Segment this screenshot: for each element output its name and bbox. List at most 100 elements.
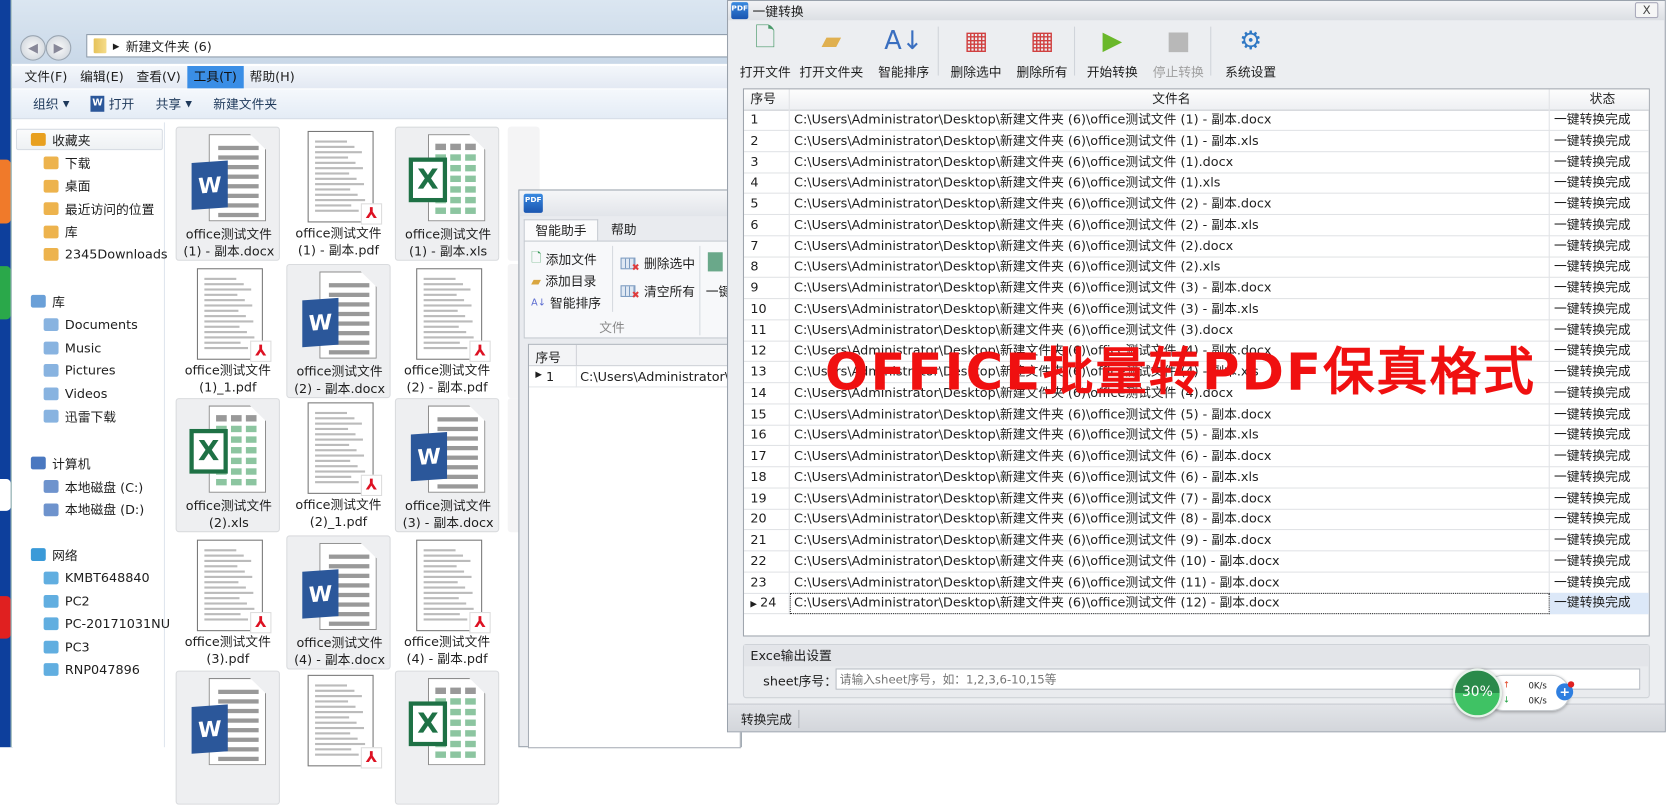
forward-button[interactable]: ▶ [45, 35, 72, 61]
sidebar-item[interactable]: 库 [43, 221, 78, 242]
table-row[interactable]: 14 C:\Users\Administrator\Desktop\新建文件夹 (… [744, 382, 1649, 405]
table-row[interactable]: 7 C:\Users\Administrator\Desktop\新建文件夹 (6… [744, 235, 1649, 258]
sidebar-item[interactable]: Pictures [43, 360, 116, 381]
table-row[interactable]: 21 C:\Users\Administrator\Desktop\新建文件夹 (… [744, 530, 1649, 552]
toolbar-separator [937, 26, 939, 76]
memory-usage-ball[interactable]: 30% [1452, 668, 1502, 718]
file-item[interactable]: ⅄ office测试文件 (1) - 副本.pdf [286, 127, 390, 261]
toolbar-button-delete-selected[interactable]: ▦ 删除选中 [943, 22, 1009, 80]
clear-all-button[interactable]: 清空所有 [620, 282, 695, 301]
table-row[interactable]: 22 C:\Users\Administrator\Desktop\新建文件夹 (… [744, 551, 1649, 573]
menu-view[interactable]: 查看(V) [130, 66, 187, 88]
table-row[interactable]: 9 C:\Users\Administrator\Desktop\新建文件夹 (6… [744, 277, 1649, 300]
table-row[interactable]: 17 C:\Users\Administrator\Desktop\新建文件夹 (… [744, 445, 1649, 468]
sidebar-group-network[interactable]: 网络 [30, 544, 78, 565]
menu-help[interactable]: 帮助(H) [243, 66, 301, 88]
open-button[interactable]: W 打开 [90, 95, 134, 113]
organize-button[interactable]: 组织 ▼ [33, 95, 69, 113]
sidebar-item[interactable]: PC-20171031NU [43, 613, 170, 634]
sidebar-item[interactable]: 本地磁盘 (D:) [43, 499, 145, 520]
new-folder-button[interactable]: 新建文件夹 [213, 95, 277, 113]
row-index: 8 [744, 256, 790, 279]
table-row[interactable]: 2 C:\Users\Administrator\Desktop\新建文件夹 (6… [744, 130, 1649, 152]
open-file-button[interactable]: 🗋 打开文件 [732, 22, 798, 80]
table-row[interactable]: 13 C:\Users\Administrator\Desktop\新建文件夹 (… [744, 361, 1649, 384]
text-line [315, 465, 358, 468]
file-item[interactable]: Woffice测试文件 (4) - 副本.docx [286, 535, 391, 670]
add-file-button[interactable]: 🗋 添加文件 [531, 248, 597, 270]
tab-smart-assistant[interactable]: 智能助手 [523, 219, 599, 242]
table-row[interactable]: 5 C:\Users\Administrator\Desktop\新建文件夹 (6… [744, 193, 1649, 216]
toolbar-button-delete-all[interactable]: ▦ 删除所有 [1009, 22, 1075, 80]
table-row[interactable]: 6 C:\Users\Administrator\Desktop\新建文件夹 (6… [744, 214, 1649, 237]
file-item[interactable]: ⅄ office测试文件 (2)_1.pdf [286, 398, 390, 532]
delete-selected-button[interactable]: 删除选中 [620, 254, 695, 274]
file-item[interactable]: Woffice测试文件 (2) - 副本.docx [286, 263, 391, 399]
mini-grid-row[interactable]: ▶ 1 C:\Users\Administrator\Des [529, 366, 753, 388]
menu-file[interactable]: 文件(F) [18, 66, 74, 88]
sidebar-item[interactable]: RNP047896 [43, 659, 140, 680]
file-item[interactable]: Xoffice测试文件 (1) - 副本.xls [394, 126, 500, 261]
sidebar-item[interactable]: PC3 [43, 636, 90, 657]
table-row[interactable]: ▶ 24 C:\Users\Administrator\Desktop\新建文件夹 … [744, 593, 1649, 615]
file-item[interactable]: W [175, 670, 280, 805]
menu-edit[interactable]: 编辑(E) [74, 66, 130, 88]
text-line [204, 341, 241, 344]
table-row[interactable]: 20 C:\Users\Administrator\Desktop\新建文件夹 (… [744, 509, 1649, 531]
add-dir-button[interactable]: ▰ 添加目录 [531, 271, 596, 289]
sidebar-item[interactable]: Music [43, 337, 101, 358]
share-button[interactable]: 共享 ▼ [156, 95, 192, 113]
table-row[interactable]: 3 C:\Users\Administrator\Desktop\新建文件夹 (6… [744, 151, 1649, 173]
file-item[interactable]: X [394, 670, 500, 805]
back-button[interactable]: ◀ [20, 35, 46, 61]
table-row[interactable]: 12 C:\Users\Administrator\Desktop\新建文件夹 (… [744, 340, 1649, 363]
toolbar-button-sort-az[interactable]: A↓ 智能排序 [871, 22, 937, 80]
tab-help[interactable]: 帮助 [600, 219, 647, 241]
toolbar-button-gear[interactable]: ⚙ 系统设置 [1218, 22, 1284, 80]
file-item[interactable]: ⅄ office测试文件 (4) - 副本.pdf [395, 535, 499, 669]
sidebar-group-favorites[interactable]: 收藏夹 [30, 129, 90, 150]
column-header-status[interactable]: 状态 [1550, 89, 1649, 110]
table-row[interactable]: 1 C:\Users\Administrator\Desktop\新建文件夹 (6… [744, 109, 1649, 131]
close-button[interactable]: X [1634, 2, 1659, 19]
smart-sort-button[interactable]: A↓ 智能排序 [531, 294, 601, 312]
file-item[interactable]: ⅄ office测试文件 (1)_1.pdf [176, 264, 280, 398]
sidebar-group-computer[interactable]: 计算机 [30, 452, 90, 473]
sidebar-item[interactable]: 最近访问的位置 [43, 198, 155, 219]
address-bar[interactable]: ▶ 新建文件夹 (6) [86, 34, 747, 58]
item-icon [43, 571, 59, 585]
speed-widget[interactable]: ↑ ↓ 0K/s 0K/s 30% + [1452, 668, 1575, 718]
sidebar-item[interactable]: 本地磁盘 (C:) [43, 476, 144, 497]
table-row[interactable]: 18 C:\Users\Administrator\Desktop\新建文件夹 (… [744, 467, 1649, 489]
sidebar-group-libraries[interactable]: 库 [30, 291, 65, 312]
menu-tools[interactable]: 工具(T) [187, 65, 244, 89]
file-item[interactable]: ⅄ office测试文件 (3).pdf [176, 535, 280, 669]
sidebar-item[interactable]: 下载 [43, 152, 90, 173]
file-item[interactable]: Xoffice测试文件 (2).xls [175, 398, 280, 533]
file-item[interactable]: Woffice测试文件 (1) - 副本.docx [175, 126, 280, 261]
sidebar-item[interactable]: Documents [43, 314, 138, 335]
sidebar-item[interactable]: 迅雷下载 [43, 406, 116, 427]
toolbar-button-open-folder[interactable]: ▰ 打开文件夹 [798, 22, 864, 80]
sidebar-item[interactable]: 2345Downloads [43, 244, 168, 265]
table-row[interactable]: 23 C:\Users\Administrator\Desktop\新建文件夹 (… [744, 572, 1649, 594]
toolbar-button-play[interactable]: ▶ 开始转换 [1079, 22, 1145, 80]
file-item[interactable]: ⅄ [286, 671, 390, 805]
table-row[interactable]: 4 C:\Users\Administrator\Desktop\新建文件夹 (6… [744, 172, 1649, 194]
table-row[interactable]: 10 C:\Users\Administrator\Desktop\新建文件夹 (… [744, 298, 1649, 321]
sidebar-item[interactable]: 桌面 [43, 175, 90, 196]
sidebar-item[interactable]: KMBT648840 [43, 567, 150, 588]
table-row[interactable]: 19 C:\Users\Administrator\Desktop\新建文件夹 (… [744, 488, 1649, 510]
table-row[interactable]: 11 C:\Users\Administrator\Desktop\新建文件夹 (… [744, 319, 1649, 342]
table-row[interactable]: 8 C:\Users\Administrator\Desktop\新建文件夹 (6… [744, 256, 1649, 279]
file-item[interactable]: Woffice测试文件 (3) - 副本.docx [394, 398, 500, 533]
row-status: 一键转换完成 [1550, 110, 1649, 131]
column-header-index[interactable]: 序号 [744, 89, 790, 111]
sidebar-item[interactable]: PC2 [43, 590, 90, 611]
upload-arrow-icon: ↑ [1502, 680, 1511, 690]
sidebar-item[interactable]: Videos [43, 383, 107, 404]
column-header-filename[interactable]: 文件名 [790, 89, 1550, 111]
table-row[interactable]: 15 C:\Users\Administrator\Desktop\新建文件夹 (… [744, 403, 1649, 426]
table-row[interactable]: 16 C:\Users\Administrator\Desktop\新建文件夹 (… [744, 424, 1649, 447]
file-item[interactable]: ⅄ office测试文件 (2) - 副本.pdf [395, 264, 499, 398]
